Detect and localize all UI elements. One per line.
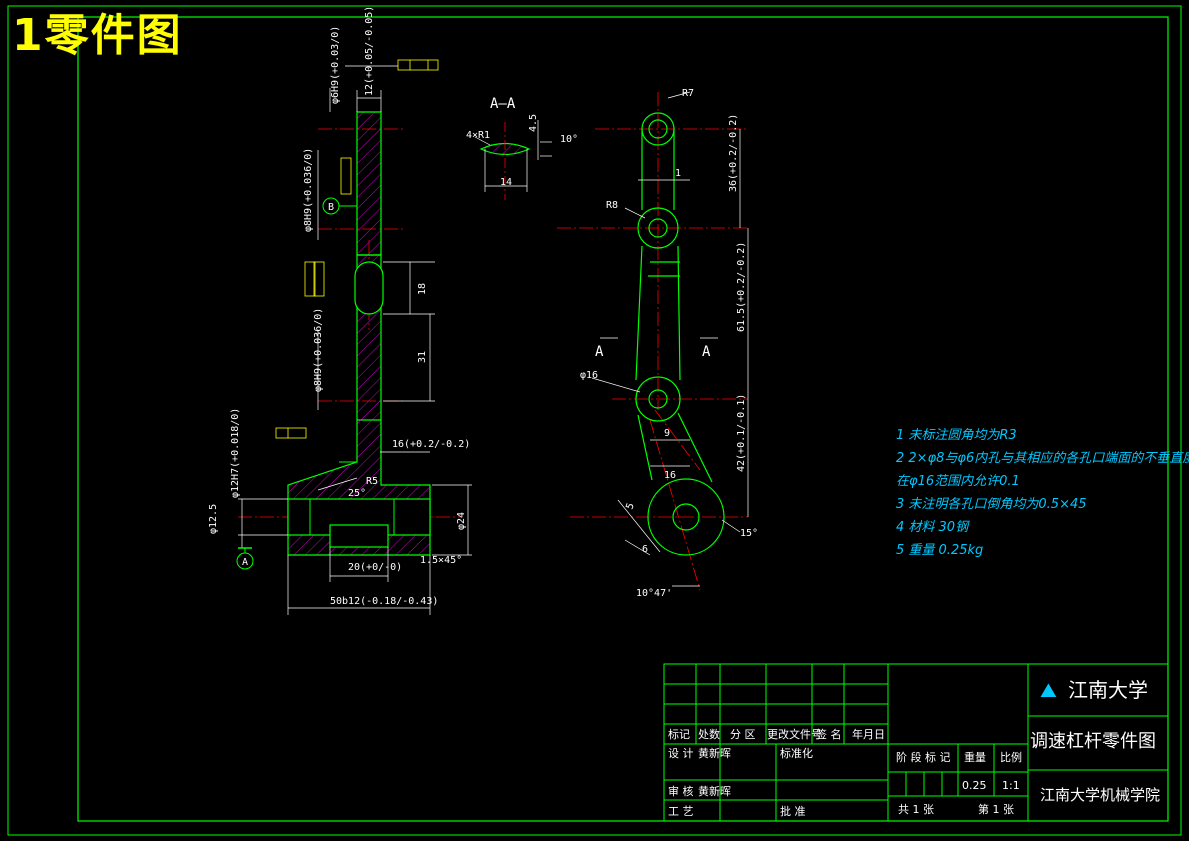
school-name: 江南大学 (1068, 678, 1148, 702)
dim-sec-10deg: 10° (560, 134, 578, 145)
rev-header-doc: 更改文件号 (767, 728, 822, 741)
note-item: 3 未注明各孔口倒角均为0.5×45 (896, 497, 1087, 512)
rev-header-count: 处数 (698, 728, 720, 741)
scale-label: 比例 (1000, 751, 1022, 764)
scale-value: 1:1 (1002, 779, 1020, 792)
dim-dia-12-5: φ12.5 (208, 504, 219, 534)
dim-d-6: 6 (642, 544, 648, 555)
dim-sec-4-5: 4.5 (528, 114, 539, 132)
dim-d-5: 5 (624, 502, 636, 511)
section-mark-left: A (595, 344, 604, 360)
dim-w-16: 16(+0.2/-0.2) (392, 439, 470, 450)
dim-sec-4xr1: 4×R1 (466, 130, 490, 141)
weight-value: 0.25 (962, 779, 987, 792)
dim-len-31: 31 (417, 351, 428, 363)
side-view (557, 91, 749, 591)
dim-one: 1 (675, 168, 681, 179)
note-item: 4 材料 30钢 (896, 520, 969, 535)
datum-a-label: A (242, 557, 248, 568)
rev-header-sign: 签 名 (816, 728, 842, 741)
dim-ang-10-47: 10°47' (636, 588, 672, 599)
designer-name: 黄新晖 (698, 747, 731, 760)
part-name: 调速杠杆零件图 (1030, 731, 1156, 752)
dim-hole-8-c: φ8H9(+0.036/0) (313, 308, 324, 392)
dim-r5: R5 (366, 476, 378, 487)
rev-header-zone: 分 区 (730, 728, 756, 741)
note-item: 在φ16范围内允许0.1 (896, 474, 1020, 489)
sheet-number: 第 1 张 (978, 803, 1014, 816)
check-label: 审 核 (668, 785, 694, 798)
design-label: 设 计 (668, 747, 694, 760)
dim-chamfer: 1.5×45° (420, 555, 462, 566)
dim-r8: R8 (606, 200, 618, 211)
outer-frame (7, 5, 1182, 836)
cad-drawing: φ6H9(+0.03/0) 12(+0.05/-0.05) φ8H9(+0.03… (7, 5, 1182, 836)
stage-label: 阶 段 标 记 (896, 751, 951, 764)
note-item: 1 未标注圆角均为R3 (896, 428, 1017, 443)
dim-dia-24: φ24 (456, 512, 467, 530)
dim-l-42: 42(+0.1/-0.1) (736, 394, 747, 472)
datum-b-label: B (328, 202, 334, 213)
dim-l-36: 36(+0.2/-0.2) (728, 114, 739, 192)
dim-w-12: 12(+0.05/-0.05) (364, 6, 375, 96)
note-item: 5 重量 0.25kg (896, 543, 984, 558)
weight-label: 重量 (964, 751, 986, 764)
dim-w-50: 50b12(-0.18/-0.43) (330, 596, 438, 607)
inner-frame (77, 16, 1169, 822)
dim-d16: φ16 (580, 370, 598, 381)
total-sheets: 共 1 张 (898, 803, 934, 816)
dim-hole-6: φ6H9(+0.03/0) (330, 26, 341, 104)
approve-label: 批 准 (780, 805, 806, 818)
dim-ang-15: 15° (740, 528, 758, 539)
note-item: 2 2×φ8与φ6内孔与其相应的各孔口端面的不垂直度 (896, 451, 1189, 466)
section-title: A—A (490, 96, 516, 112)
dim-hole-8-b: φ8H9(+0.036/0) (303, 148, 314, 232)
dim-d-16b: 16 (664, 470, 676, 481)
dim-d-9: 9 (664, 428, 670, 439)
dim-r7: R7 (682, 88, 694, 99)
checker-name: 黄新晖 (698, 785, 731, 798)
dim-sec-14: 14 (500, 177, 512, 188)
section-mark-right: A (702, 344, 711, 360)
rev-header-mark: 标记 (668, 728, 690, 741)
dim-l-61-5: 61.5(+0.2/-0.2) (736, 242, 747, 332)
drawing-title: 1零件图 (12, 10, 183, 61)
standard-label: 标准化 (780, 747, 813, 760)
dim-w-20: 20(+0/-0) (348, 562, 402, 573)
front-view (236, 59, 472, 615)
school-logo-icon: ⛰ (1040, 678, 1057, 702)
process-label: 工 艺 (668, 805, 694, 818)
technical-notes: 1 未标注圆角均为R3 2 2×φ8与φ6内孔与其相应的各孔口端面的不垂直度 在… (896, 424, 1189, 562)
dim-hole-12: φ12H7(+0.018/0) (230, 408, 241, 498)
rev-header-date: 年月日 (852, 728, 885, 741)
dim-ang-25: 25° (348, 488, 366, 499)
dim-len-18: 18 (417, 283, 428, 295)
department-name: 江南大学机械学院 (1040, 786, 1161, 804)
